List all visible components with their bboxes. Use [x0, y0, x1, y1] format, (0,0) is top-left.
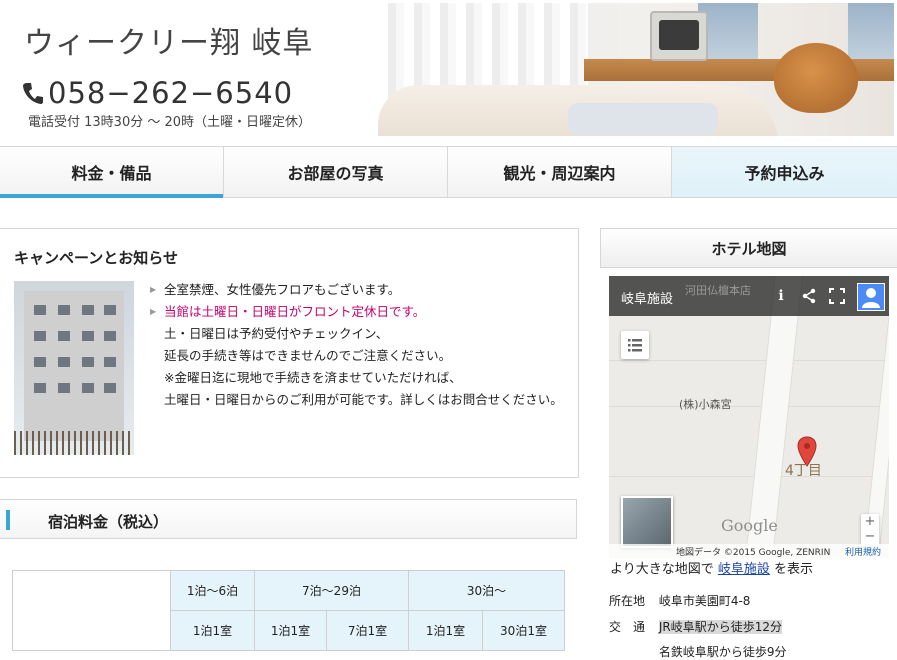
zoom-in-icon[interactable]: +: [861, 514, 879, 529]
site-title[interactable]: ウィークリー翔 岐阜: [24, 18, 314, 62]
tv-graphic: [650, 11, 708, 61]
main-nav: 料金・備品 お部屋の写真 観光・周辺案内 予約申込み: [0, 146, 897, 198]
share-icon[interactable]: [801, 288, 817, 304]
address-value: 岐阜市美園町4-8: [658, 594, 751, 608]
larger-map-link[interactable]: 岐阜施設: [718, 562, 770, 577]
map-embed-title[interactable]: 岐阜施設: [621, 288, 673, 307]
larger-map-prefix: より大きな地図で: [610, 562, 714, 577]
rates-title: 宿泊料金（税込）: [48, 513, 169, 531]
table-row: 1泊～6泊 7泊～29泊 30泊～: [12, 570, 565, 651]
phone-icon: [23, 83, 43, 104]
info-icon[interactable]: ℹ: [773, 288, 789, 304]
hero-room-photo: [378, 3, 894, 136]
nav-item-reservation[interactable]: 予約申込み: [672, 147, 897, 197]
table-header-cell: 30泊～: [408, 570, 565, 611]
map-credit: 地図データ ©2015 Google, ZENRIN: [676, 548, 831, 558]
notice-line: 延長の手続き等はできませんのでご注意ください。: [164, 348, 452, 363]
fence-graphic: [14, 431, 134, 455]
building-photo: [14, 281, 134, 455]
building-graphic: [24, 291, 124, 441]
nav-item-sightseeing[interactable]: 観光・周辺案内: [448, 147, 672, 197]
map-label: 河田仏檀本店: [685, 284, 751, 297]
larger-map-suffix: を表示: [774, 562, 814, 577]
address-row: 所在地 岐阜市美園町4-8: [609, 592, 750, 609]
chair-graphic: [774, 43, 858, 113]
notice-line: 土・日曜日は予約受付やチェックイン、: [164, 326, 389, 341]
campaign-title: キャンペーンとお知らせ: [14, 249, 178, 267]
transit-row: 交 通 JR岐阜駅から徒歩12分: [609, 618, 782, 635]
phone-hours: 電話受付 13時30分 ～ 20時（土曜・日曜定休）: [28, 115, 312, 130]
phone-row: 058−262−6540: [22, 76, 293, 110]
notice-line: 土曜日・日曜日からのご利用が可能です。詳しくはお問合せください。: [164, 392, 563, 407]
google-logo: Google: [721, 516, 778, 535]
map-panel-title: ホテル地図: [600, 228, 897, 268]
map-title-bar: 河田仏檀本店 岐阜施設 ℹ: [609, 276, 889, 316]
table-header-cell: 7泊～29泊: [254, 570, 409, 611]
notice-line: 全室禁煙、女性優先フロアもございます。: [150, 279, 570, 301]
nav-item-room-photos[interactable]: お部屋の写真: [224, 147, 448, 197]
site-header: ウィークリー翔 岐阜 058−262−6540 電話受付 13時30分 ～ 20…: [0, 0, 897, 140]
table-header-cell: 30泊1室: [482, 610, 565, 651]
street-view-thumbnail[interactable]: [621, 496, 673, 548]
heading-accent-bar: [6, 510, 10, 530]
table-header-cell: 1泊1室: [254, 610, 327, 651]
notice-line-highlight: 当館は土曜日・日曜日がフロント定休日です。: [150, 301, 570, 323]
table-header-cell: 1泊～6泊: [170, 570, 255, 611]
blanket-graphic: [568, 103, 718, 135]
rates-table: 1泊～6泊 7泊～29泊 30泊～ 1泊1室 1泊1室 7泊1室 1泊1室 30…: [12, 570, 565, 651]
transit-row-2: 名鉄岐阜駅から徒歩9分: [609, 643, 787, 660]
larger-map-row: より大きな地図で 岐阜施設 を表示: [610, 558, 813, 577]
embedded-map[interactable]: 河田仏檀本店 岐阜施設 ℹ (株)小森宮 4丁目 Google + −: [609, 276, 889, 558]
zoom-out-icon[interactable]: −: [861, 529, 879, 544]
transit-jr: JR岐阜駅から徒歩12分: [658, 620, 782, 634]
map-credit-bar: 地図データ ©2015 Google, ZENRIN 利用規約: [609, 544, 889, 558]
notice-line: ※金曜日迄に現地で手続きを済ませていただければ、: [164, 370, 462, 385]
map-terms-link[interactable]: 利用規約: [845, 545, 881, 558]
table-header-cell: 1泊1室: [408, 610, 483, 651]
table-cell-empty: [12, 570, 171, 651]
transit-label: 交 通: [609, 620, 646, 634]
campaign-box: キャンペーンとお知らせ 全室禁煙、女性優先フロアもございます。 当館は土曜日・日…: [0, 228, 579, 478]
nav-item-pricing[interactable]: 料金・備品: [0, 147, 224, 198]
map-pin-label: 4丁目: [785, 463, 822, 479]
zoom-control[interactable]: + −: [861, 514, 879, 546]
notice-list: 全室禁煙、女性優先フロアもございます。 当館は土曜日・日曜日がフロント定休日です…: [150, 279, 570, 411]
table-header-cell: 1泊1室: [170, 610, 255, 651]
phone-number: 058−262−6540: [48, 76, 294, 110]
map-list-icon[interactable]: [621, 331, 649, 359]
avatar-icon[interactable]: [857, 283, 885, 311]
table-header-cell: 7泊1室: [326, 610, 409, 651]
map-label: (株)小森宮: [679, 398, 732, 411]
rates-heading: 宿泊料金（税込）: [0, 499, 577, 539]
fullscreen-icon[interactable]: [829, 288, 845, 304]
address-label: 所在地: [609, 594, 646, 608]
